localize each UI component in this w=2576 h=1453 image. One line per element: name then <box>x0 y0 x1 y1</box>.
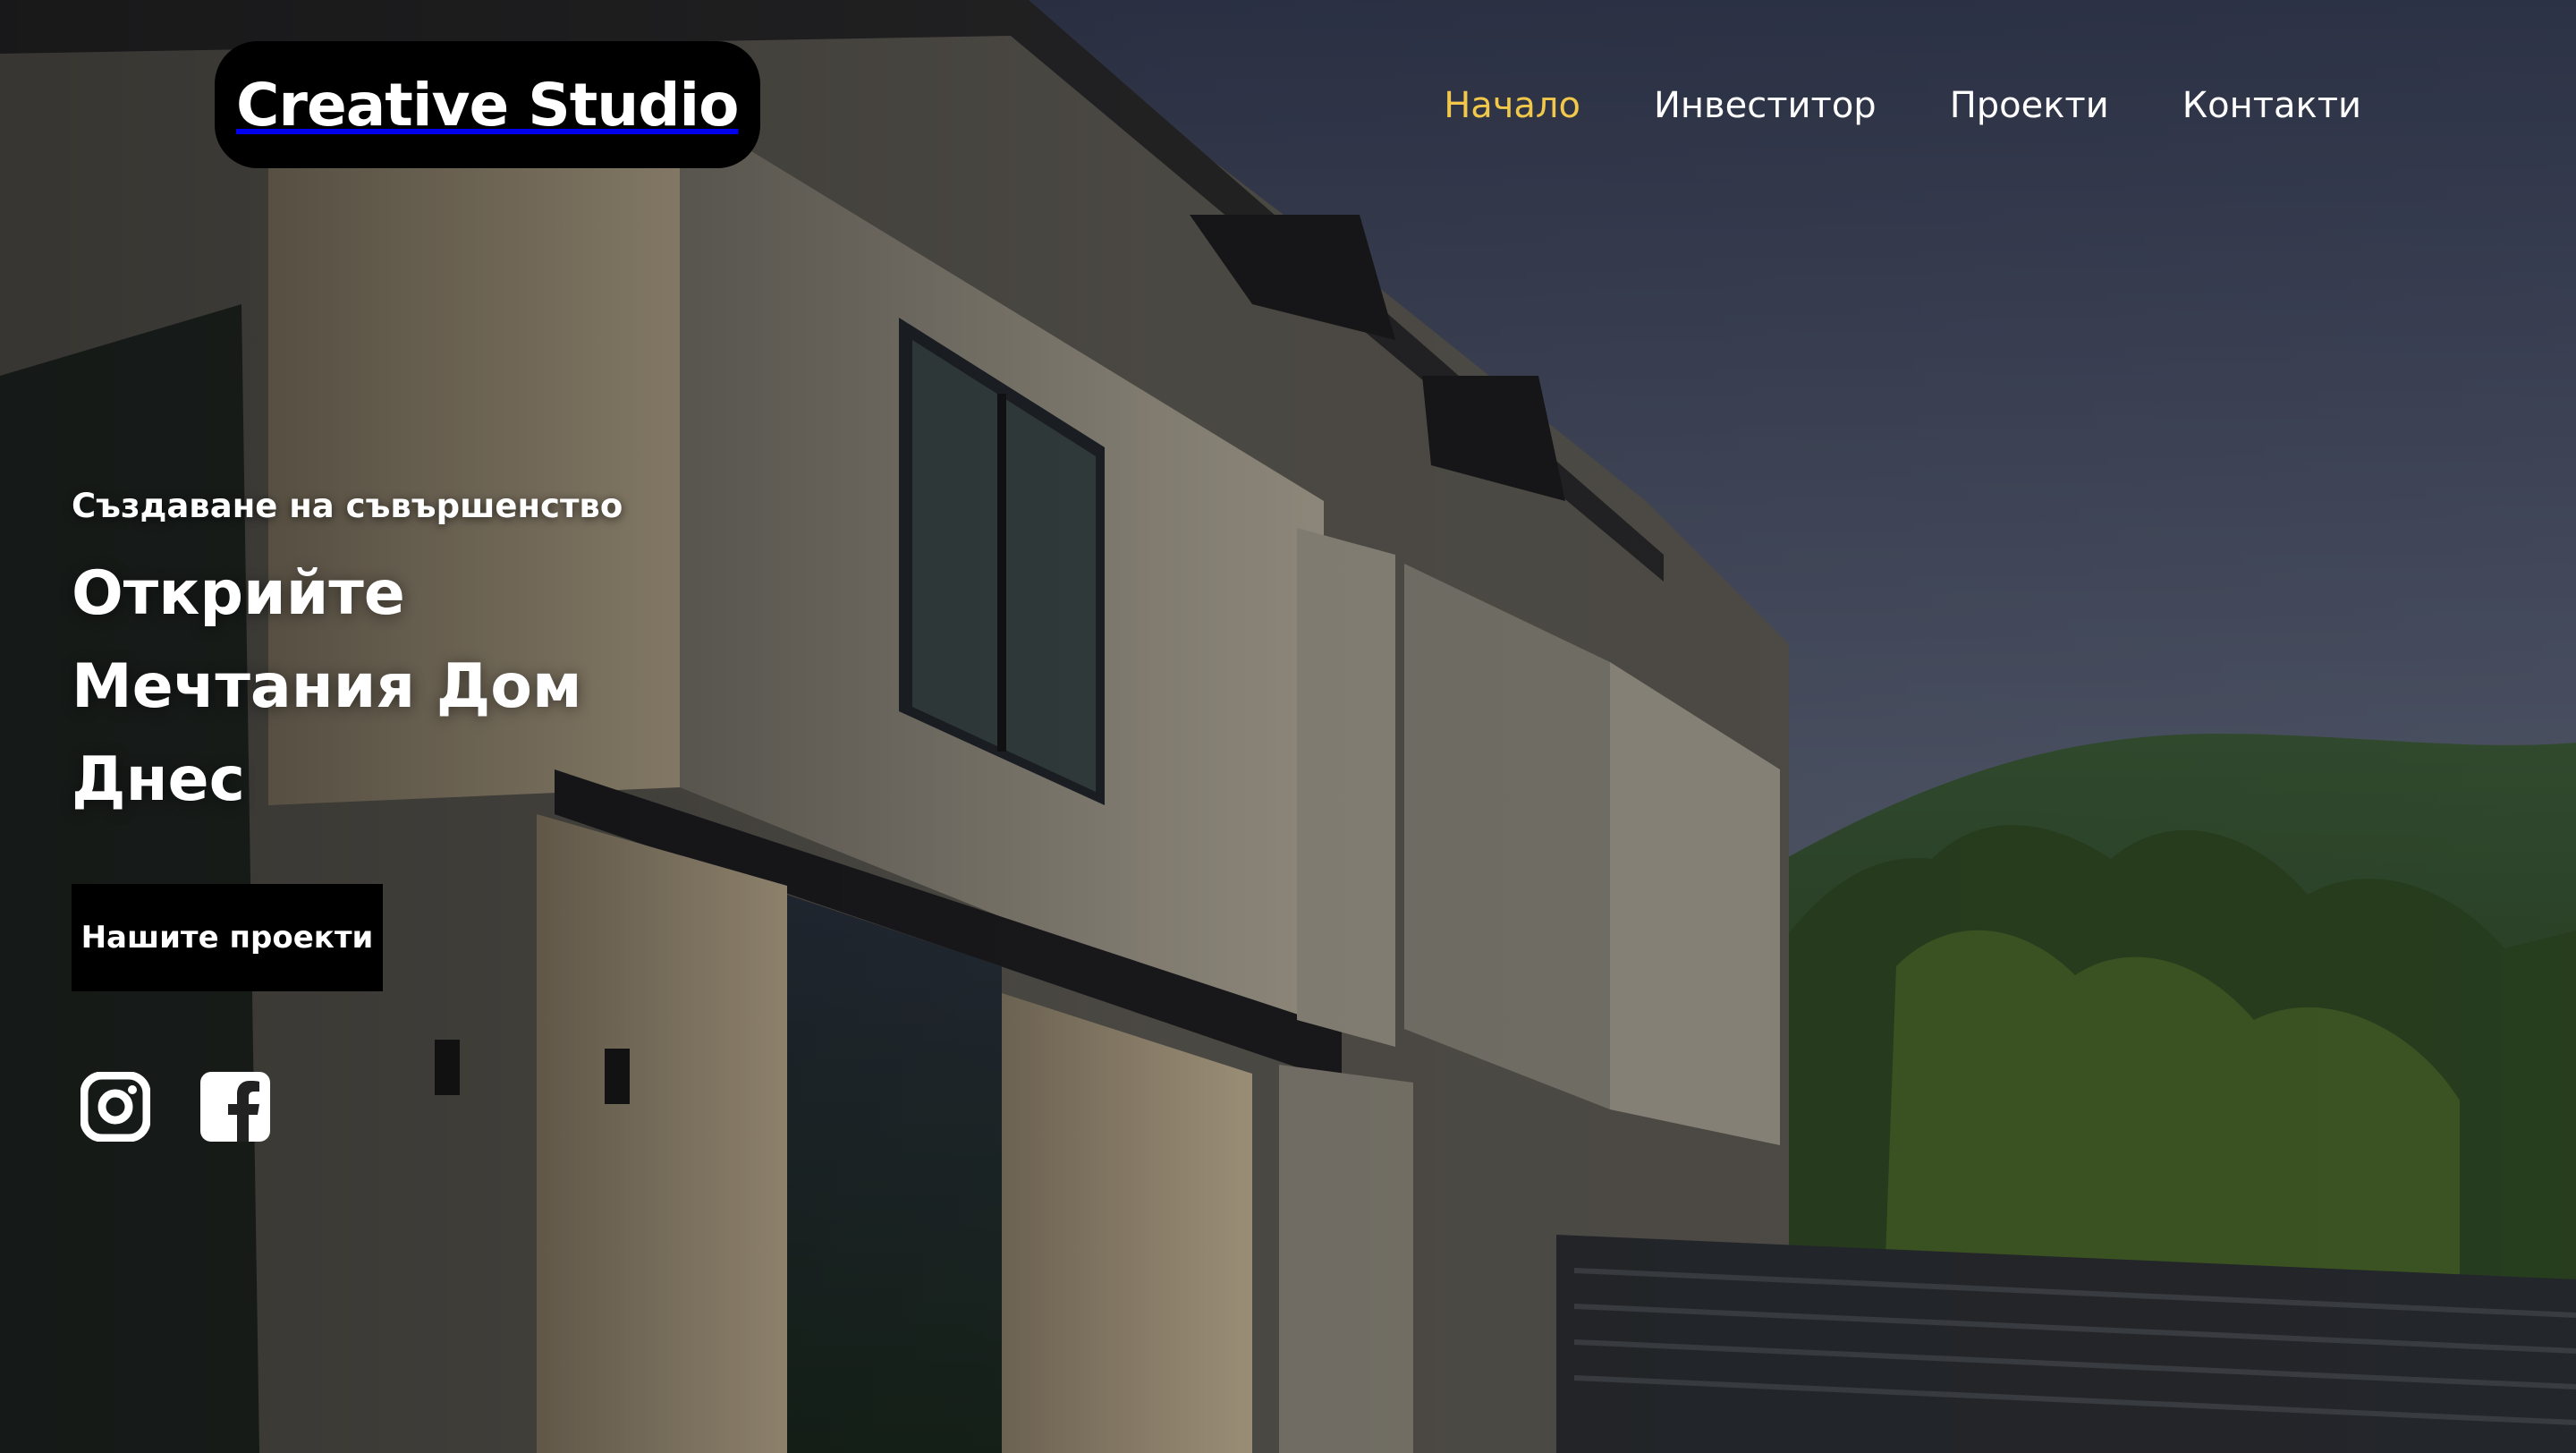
facebook-link[interactable] <box>200 1072 270 1142</box>
instagram-link[interactable] <box>80 1072 150 1142</box>
our-projects-button[interactable]: Нашите проекти <box>72 884 383 991</box>
logo-text: Creative Studio <box>236 70 740 140</box>
instagram-icon <box>80 1072 150 1142</box>
hero-headline: Открийте Мечтания Дом Днес <box>72 558 582 815</box>
hero-section: Creative Studio Начало Инвеститор Проект… <box>0 0 2576 1453</box>
facebook-icon <box>200 1072 270 1142</box>
logo-link[interactable]: Creative Studio <box>215 41 760 168</box>
main-nav: Начало Инвеститор Проекти Контакти <box>1444 79 2361 132</box>
nav-item-contacts[interactable]: Контакти <box>2182 79 2361 132</box>
nav-item-investor[interactable]: Инвеститор <box>1654 79 1877 132</box>
hero-tagline: Създаване на съвършенство <box>72 487 623 525</box>
social-links <box>80 1072 270 1142</box>
nav-item-projects[interactable]: Проекти <box>1950 79 2109 132</box>
nav-item-home[interactable]: Начало <box>1444 79 1580 132</box>
